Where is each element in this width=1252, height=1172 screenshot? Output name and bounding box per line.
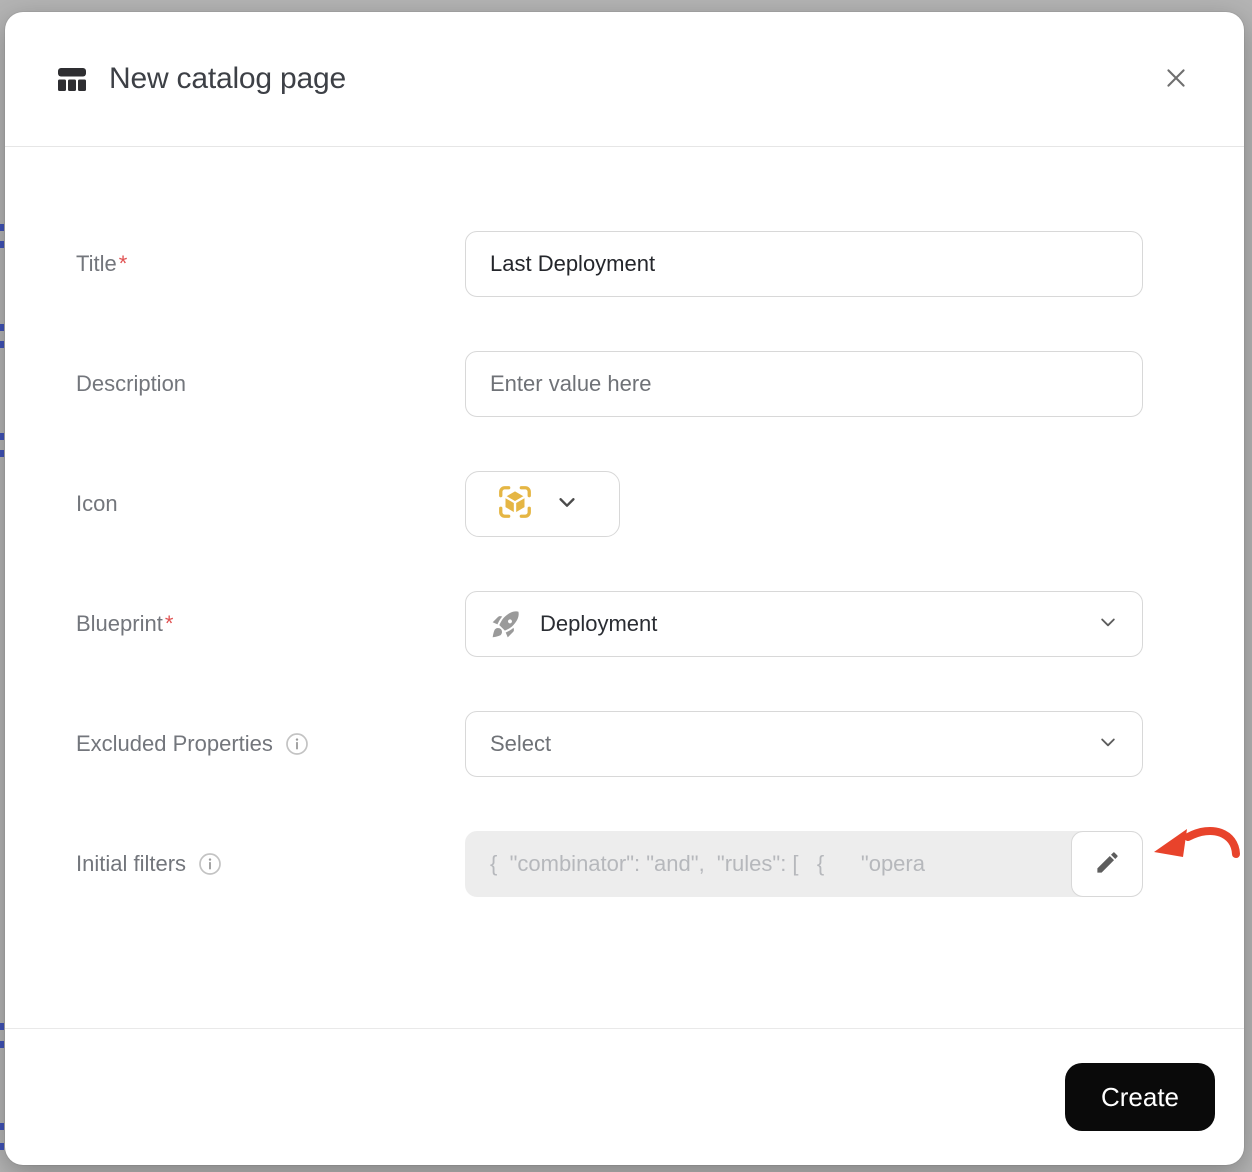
blueprint-value: Deployment [540,611,658,636]
rocket-icon [490,608,522,640]
description-input[interactable] [465,351,1143,417]
title-input[interactable] [465,231,1143,297]
description-label: Description [76,371,187,396]
excluded-properties-select[interactable]: Select [465,711,1143,777]
title-label: Title * [76,251,128,276]
blueprint-select[interactable]: Deployment [465,591,1143,657]
excluded-properties-label: Excluded Properties [76,711,309,777]
icon-label: Icon [76,491,118,516]
chevron-down-icon [1098,612,1118,637]
info-icon[interactable] [285,732,309,756]
initial-filters-input [465,831,1143,897]
page-title: New catalog page [109,62,346,95]
initial-filters-label: Initial filters [76,831,222,897]
new-catalog-page-modal: New catalog page Title* Description Icon [5,12,1244,1165]
required-asterisk: * [164,611,174,636]
footer-divider [5,1028,1244,1029]
modal-header: New catalog page [5,12,1244,147]
red-arrow-annotation [1148,820,1242,875]
close-button[interactable] [1156,59,1196,99]
close-icon [1162,64,1190,95]
chevron-down-icon [1098,732,1118,757]
blueprint-label: Blueprint * [76,611,174,636]
cube-scan-icon [496,483,534,526]
select-placeholder: Select [490,731,552,756]
catalog-page-icon [55,62,89,96]
icon-picker-button[interactable] [465,471,620,537]
info-icon[interactable] [198,852,222,876]
pencil-icon [1094,849,1121,879]
edit-filters-button[interactable] [1071,831,1143,897]
chevron-down-icon [556,491,578,518]
create-button[interactable]: Create [1065,1063,1215,1131]
required-asterisk: * [118,251,128,276]
